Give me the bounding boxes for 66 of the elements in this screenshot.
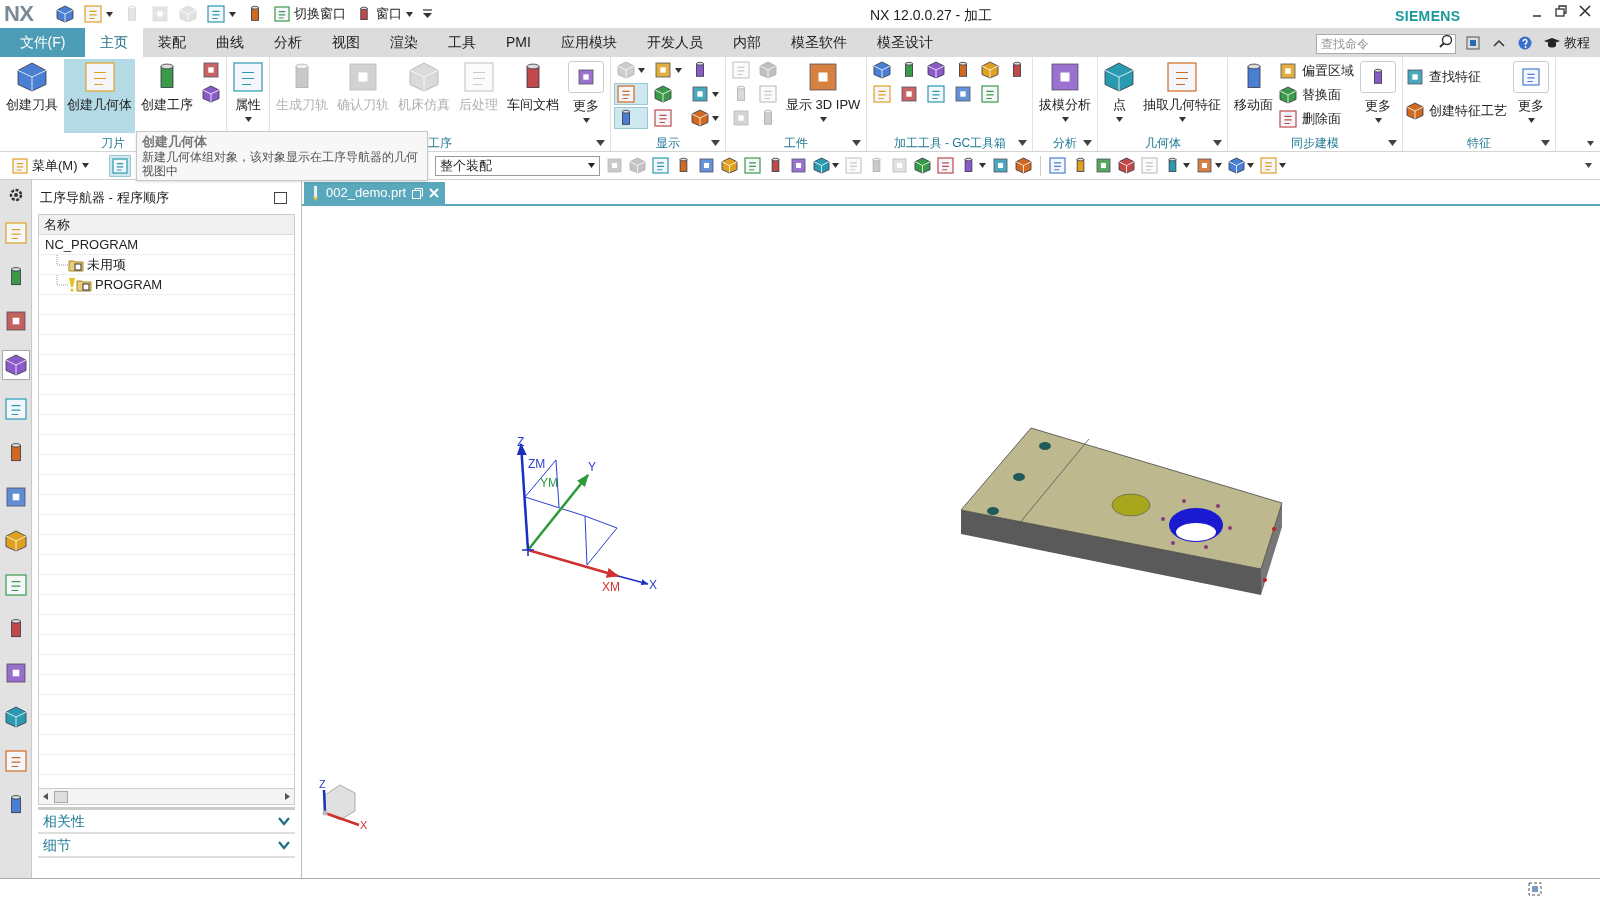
axis-label: Z: [319, 778, 326, 790]
group-label: 同步建模: [1291, 134, 1340, 152]
group-label: 显示: [656, 134, 680, 152]
group-label: 工件: [784, 134, 809, 152]
ribbon-button[interactable]: 移动面: [1231, 59, 1277, 133]
panel-section-header[interactable]: 细节: [38, 834, 295, 858]
ribbon-tab[interactable]: 渲染: [375, 28, 433, 57]
brand-logo: SIEMENS: [1395, 7, 1461, 26]
ribbon-button[interactable]: 点: [1101, 59, 1138, 133]
more-button[interactable]: 更多: [565, 59, 607, 123]
ribbon-tab[interactable]: 分析: [259, 28, 317, 57]
ribbon-button[interactable]: 创建特征工艺: [1406, 101, 1508, 121]
tutorial-button[interactable]: 教程: [1544, 32, 1590, 53]
ribbon-tab[interactable]: 曲线: [201, 28, 259, 57]
ribbon-tab[interactable]: 主页: [85, 28, 143, 57]
tree-item[interactable]: 未用项: [87, 254, 126, 275]
ribbon-button[interactable]: 创建几何体: [64, 59, 135, 133]
axis-label: XM: [602, 580, 620, 594]
panel-section-header[interactable]: 相关性: [38, 810, 295, 834]
app-logo: NX: [3, 3, 35, 25]
ribbon-button[interactable]: 创建工序: [138, 59, 196, 133]
toolbar-button[interactable]: 切换窗口: [272, 3, 348, 25]
axis-label: ZM: [528, 457, 546, 471]
ribbon-tab[interactable]: PMI: [491, 28, 546, 57]
axis-label: Z: [517, 435, 525, 449]
ribbon-tab[interactable]: 应用模块: [545, 28, 632, 57]
tooltip-title: 创建几何体: [142, 134, 207, 149]
ribbon-button[interactable]: 偏置区域: [1279, 61, 1355, 81]
ribbon-button[interactable]: 删除面: [1279, 109, 1355, 129]
ribbon-tab[interactable]: 模圣软件: [775, 28, 862, 57]
ribbon-tab[interactable]: 内部: [717, 28, 776, 57]
tree-item[interactable]: NC_PROGRAM: [45, 234, 139, 255]
group-label: 刀片: [101, 134, 125, 152]
search-field[interactable]: 查找命令: [1316, 33, 1456, 54]
menu-button[interactable]: 菜单(M): [8, 154, 93, 177]
ribbon-tab[interactable]: 装配: [143, 28, 201, 57]
ribbon-tab[interactable]: 开发人员: [631, 28, 718, 57]
group-label: 工序: [428, 134, 452, 152]
more-button[interactable]: 更多: [1357, 59, 1400, 123]
ribbon-button[interactable]: 创建刀具: [3, 59, 61, 133]
column-header[interactable]: 名称: [39, 215, 294, 235]
axis-label: X: [360, 819, 368, 831]
ribbon-tab[interactable]: 模圣设计: [861, 28, 948, 57]
ribbon-button[interactable]: 车间文档: [504, 59, 562, 133]
ribbon-button[interactable]: 拔模分析: [1036, 59, 1095, 133]
ribbon-button[interactable]: 抽取几何特征: [1140, 59, 1225, 133]
axis-label: Y: [588, 460, 596, 474]
group-label: 几何体: [1144, 134, 1181, 152]
group-label: 特征: [1467, 134, 1492, 152]
ribbon-button[interactable]: 查找特征: [1406, 67, 1508, 87]
group-label: 加工工具 - GC工具箱: [893, 134, 1007, 152]
ribbon-tab[interactable]: 视图: [317, 28, 375, 57]
ribbon-button[interactable]: 替换面: [1279, 85, 1355, 105]
scope-dropdown[interactable]: 整个装配: [434, 155, 600, 176]
group-label: 分析: [1053, 134, 1078, 152]
ribbon-button[interactable]: 显示 3D IPW: [783, 59, 864, 133]
window-title: NX 12.0.0.27 - 加工: [870, 6, 993, 25]
tree-item[interactable]: PROGRAM: [95, 274, 163, 295]
toolbar-button[interactable]: 窗口: [354, 3, 415, 25]
axis-label: YM: [540, 476, 558, 490]
ribbon-tab[interactable]: 工具: [433, 28, 491, 57]
panel-title: 工序导航器 - 程序顺序: [40, 189, 169, 208]
ribbon-button[interactable]: 属性: [230, 59, 266, 133]
more-button[interactable]: 更多: [1510, 59, 1553, 123]
tooltip-text: 新建几何体组对象，该对象显示在工序导航器的几何视图中: [142, 150, 419, 178]
axis-label: X: [649, 578, 657, 592]
